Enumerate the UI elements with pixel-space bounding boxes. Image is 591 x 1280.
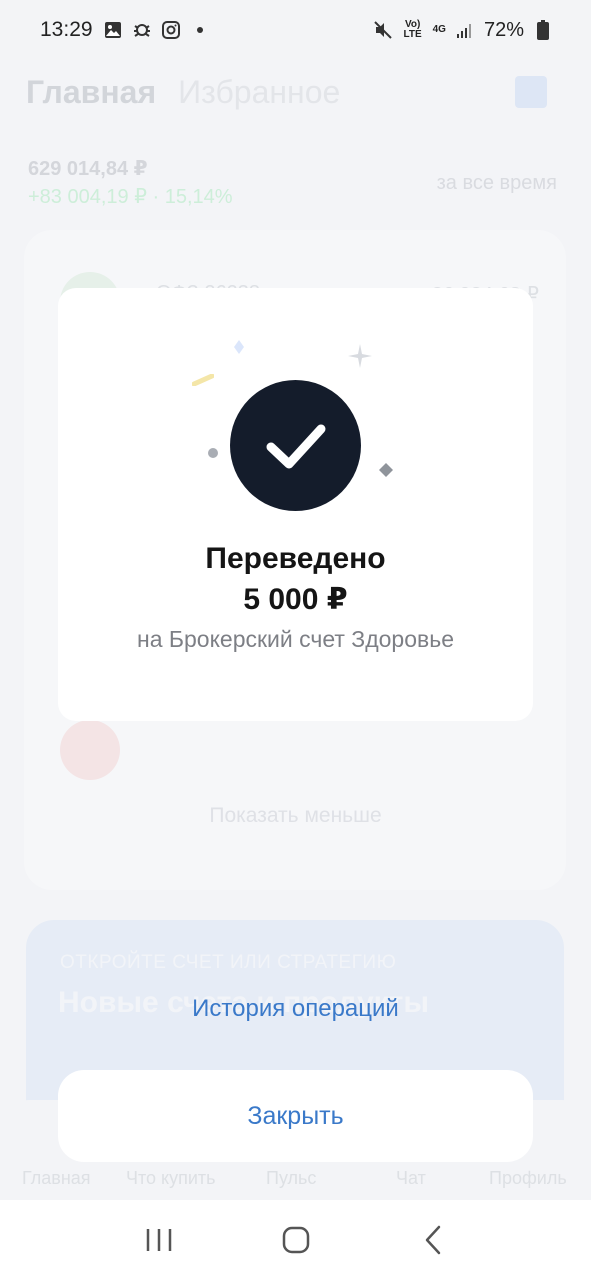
promo-caption: ОТКРОЙТЕ СЧЕТ ИЛИ СТРАТЕГИЮ [60,952,397,973]
battery-percent: 72% [483,18,524,41]
sparkle-icon [348,344,372,368]
status-right: Vo) LTE 4G 72% [373,19,553,42]
volte-label: Vo) LTE [403,19,422,40]
system-navigation-bar [0,1200,591,1280]
recent-apps-button[interactable] [134,1215,184,1265]
sparkle-icon [208,448,218,458]
portfolio-total: 629 014,84 ₽ [28,158,148,180]
gift-icon [515,76,547,108]
notification-icons [103,20,210,40]
tab-favorites: Избранное [178,74,341,110]
show-less-link: Показать меньше [209,804,382,827]
background-tabs: Главная Избранное [26,74,340,111]
dot-icon [190,20,210,40]
close-button[interactable]: Закрыть [58,1070,533,1162]
operations-history-link[interactable]: История операций [0,995,591,1023]
period-selector: за все время [436,172,557,194]
battery-icon [533,20,553,40]
instagram-icon [161,20,181,40]
sparkle-icon [379,463,393,477]
status-time: 13:29 [40,18,93,41]
recent-apps-icon [146,1229,171,1251]
asset-avatar [60,720,120,780]
portfolio-change: +83 004,19 ₽ · 15,14% [28,186,233,208]
sparkle-icon [234,340,244,354]
transfer-success-modal: Переведено 5 000 ₽ на Брокерский счет Зд… [58,288,533,721]
home-button[interactable] [271,1215,321,1265]
network-label: 4G [432,24,446,35]
bug-icon [132,20,152,40]
modal-title: Переведено [205,542,386,575]
nav-item-chat: Чат [396,1168,426,1188]
tab-home: Главная [26,74,157,110]
transfer-amount: 5 000 ₽ [243,583,348,616]
nav-item-what-to-buy: Что купить [126,1168,216,1188]
mute-icon [373,20,393,40]
nav-item-profile: Профиль [489,1168,567,1188]
sparkle-icon [192,374,214,386]
signal-icon [455,20,475,40]
close-button-label: Закрыть [247,1101,344,1130]
nav-item-home: Главная [22,1168,91,1188]
back-button[interactable] [408,1215,458,1265]
success-check-icon [230,380,361,511]
transfer-destination: на Брокерский счет Здоровье [137,626,454,652]
status-bar: 13:29 Vo) LTE 4G 72% [0,0,591,60]
nav-item-pulse: Пульс [266,1168,317,1188]
back-icon [425,1225,440,1255]
gallery-icon [103,20,123,40]
status-left: 13:29 [40,18,210,42]
home-icon [282,1226,309,1254]
